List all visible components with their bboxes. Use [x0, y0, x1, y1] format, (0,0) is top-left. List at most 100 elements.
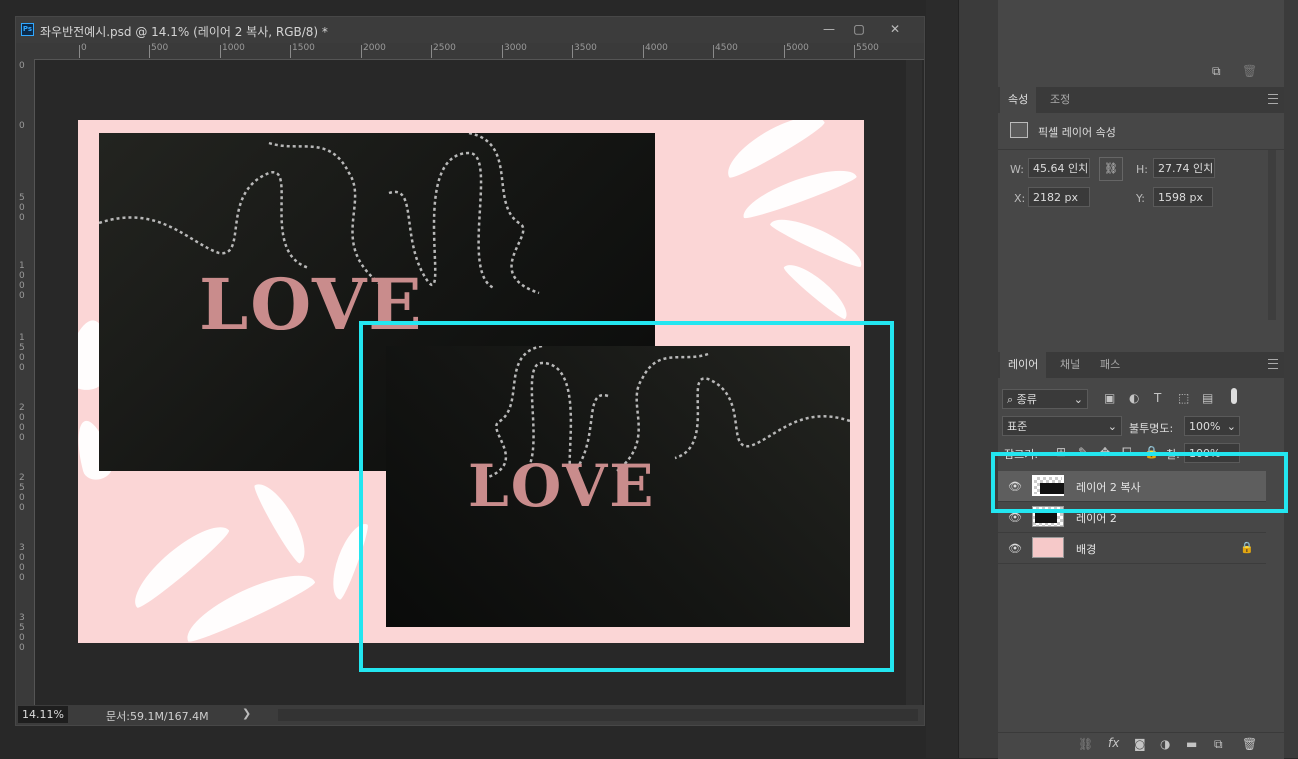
- ruler-label: 500: [148, 43, 169, 58]
- properties-scrollbar[interactable]: [1268, 150, 1276, 320]
- ruler-label: 5500: [854, 43, 879, 58]
- filter-smart-object-icon[interactable]: ▤: [1202, 391, 1213, 405]
- layer-name[interactable]: 배경: [1076, 541, 1096, 557]
- panel-icon-column: [958, 0, 999, 758]
- vertical-scrollbar[interactable]: [906, 60, 922, 705]
- palm-leaf: [250, 476, 316, 566]
- ruler-label: 0: [79, 43, 87, 58]
- ruler-label: 2500: [19, 473, 25, 513]
- status-menu-arrow-icon[interactable]: ❯: [242, 707, 251, 720]
- ruler-label: 3500: [19, 613, 25, 653]
- filter-shape-icon[interactable]: ⬚: [1178, 391, 1189, 405]
- ruler-label: 1000: [220, 43, 245, 58]
- layer-filter-select[interactable]: ⌕ 종류 ⌄: [1002, 389, 1088, 409]
- h-label: H:: [1136, 163, 1148, 176]
- ruler-label: 2500: [431, 43, 456, 58]
- filter-type-icon[interactable]: T: [1154, 391, 1161, 405]
- ruler-label: 1000: [19, 261, 25, 301]
- ruler-label: 3000: [19, 543, 25, 583]
- document-title: 좌우반전예시.psd @ 14.1% (레이어 2 복사, RGB/8) *: [40, 25, 328, 39]
- highlight-box-layer: [991, 452, 1288, 513]
- tab-channels[interactable]: 채널: [1052, 352, 1088, 378]
- properties-tabbar: 속성 조정: [998, 87, 1284, 113]
- panel-menu-icon[interactable]: [1268, 94, 1278, 104]
- new-item-icon[interactable]: ⧉: [1212, 64, 1221, 79]
- width-field[interactable]: 45.64 인치: [1028, 158, 1090, 178]
- vertical-ruler[interactable]: 0 0 500 1000 1500 2000 2500 3000 3500: [16, 59, 35, 705]
- zoom-field[interactable]: 14.11%: [18, 706, 68, 723]
- top-panel: ⧉ 🗑: [998, 0, 1284, 86]
- layer-thumbnail[interactable]: [1032, 537, 1064, 558]
- ruler-label: 0: [19, 61, 25, 71]
- palm-leaf: [718, 120, 828, 182]
- highlight-box-canvas: [359, 321, 894, 672]
- tab-paths[interactable]: 패스: [1092, 352, 1128, 378]
- chevron-down-icon: ⌄: [1226, 420, 1236, 433]
- trash-icon[interactable]: 🗑: [1242, 64, 1257, 78]
- ruler-label: 4500: [713, 43, 738, 58]
- filter-adjustment-icon[interactable]: ◐: [1129, 391, 1139, 405]
- fx-icon[interactable]: fx: [1108, 736, 1119, 750]
- restore-button[interactable]: ▢: [845, 19, 873, 39]
- chevron-down-icon: ⌄: [1107, 420, 1117, 433]
- horizontal-ruler[interactable]: 0 500 1000 1500 2000 2500 3000 3500 4000…: [16, 43, 924, 60]
- opacity-value: 100%: [1189, 420, 1221, 433]
- new-layer-icon[interactable]: ⧉: [1214, 737, 1223, 752]
- link-dimensions-icon[interactable]: ⛓: [1099, 157, 1123, 181]
- layer-filter-value: 종류: [1016, 393, 1037, 406]
- palm-leaf: [768, 209, 864, 271]
- document-size: 문서:59.1M/167.4M: [106, 710, 209, 723]
- visibility-eye-icon[interactable]: 👁: [1008, 542, 1022, 555]
- palm-leaf: [737, 160, 859, 222]
- x-label: X:: [1014, 192, 1026, 205]
- layers-footer: ⛓ fx ◙ ◑ ▬ ⧉ 🗑: [998, 732, 1284, 759]
- layer-row-background[interactable]: 👁 배경 🔒: [998, 533, 1266, 564]
- filter-pixel-icon[interactable]: ▣: [1104, 391, 1115, 405]
- horizontal-scrollbar[interactable]: [278, 709, 918, 721]
- close-button[interactable]: ✕: [881, 19, 909, 39]
- ruler-label: 500: [19, 193, 25, 223]
- y-field[interactable]: 1598 px: [1153, 187, 1213, 207]
- x-field[interactable]: 2182 px: [1028, 187, 1090, 207]
- ruler-label: 1500: [19, 333, 25, 373]
- adjustment-icon[interactable]: ◑: [1160, 737, 1170, 751]
- ruler-label: 2000: [19, 403, 25, 443]
- panel-menu-icon[interactable]: [1268, 359, 1278, 369]
- ruler-label: 0: [19, 121, 25, 131]
- opacity-field[interactable]: 100% ⌄: [1184, 416, 1240, 436]
- blend-mode-select[interactable]: 표준 ⌄: [1002, 416, 1122, 436]
- panel-scrollbar[interactable]: [1284, 0, 1298, 758]
- ruler-label: 5000: [784, 43, 809, 58]
- status-bar: 14.11% 문서:59.1M/167.4M ❯: [16, 705, 924, 725]
- ruler-label: 4000: [643, 43, 668, 58]
- w-label: W:: [1010, 163, 1024, 176]
- chevron-down-icon: ⌄: [1073, 393, 1083, 406]
- height-field[interactable]: 27.74 인치: [1153, 158, 1215, 178]
- opacity-label: 불투명도:: [1129, 422, 1174, 435]
- link-icon[interactable]: ⛓: [1078, 737, 1093, 751]
- properties-header: 픽셀 레이어 속성: [998, 113, 1284, 150]
- ruler-label: 2000: [361, 43, 386, 58]
- document-title-bar[interactable]: Ps 좌우반전예시.psd @ 14.1% (레이어 2 복사, RGB/8) …: [16, 17, 924, 43]
- ruler-label: 1500: [290, 43, 315, 58]
- trash-icon[interactable]: 🗑: [1242, 737, 1257, 751]
- palm-leaf: [123, 514, 233, 612]
- tab-properties[interactable]: 속성: [1000, 87, 1037, 113]
- search-icon: ⌕: [1007, 393, 1017, 406]
- lock-icon: 🔒: [1240, 541, 1254, 554]
- properties-title: 픽셀 레이어 속성: [1038, 126, 1116, 139]
- photoshop-icon: Ps: [21, 23, 34, 36]
- mask-icon[interactable]: ◙: [1134, 737, 1146, 751]
- panel-dock: ⧉ 🗑 속성 조정 픽셀 레이어 속성 W: 45.64 인치 ⛓ H: 27.…: [998, 0, 1284, 759]
- minimize-button[interactable]: —: [815, 19, 843, 39]
- tab-layers[interactable]: 레이어: [1000, 352, 1047, 378]
- folder-icon[interactable]: ▬: [1186, 737, 1197, 751]
- palm-leaf: [178, 561, 318, 643]
- y-label: Y:: [1136, 192, 1145, 205]
- filter-toggle[interactable]: [1231, 388, 1237, 404]
- pixel-layer-icon: [1010, 122, 1028, 138]
- ruler-label: 3500: [572, 43, 597, 58]
- tab-adjustments[interactable]: 조정: [1042, 87, 1078, 113]
- ruler-label: 3000: [502, 43, 527, 58]
- palm-leaf: [781, 256, 855, 322]
